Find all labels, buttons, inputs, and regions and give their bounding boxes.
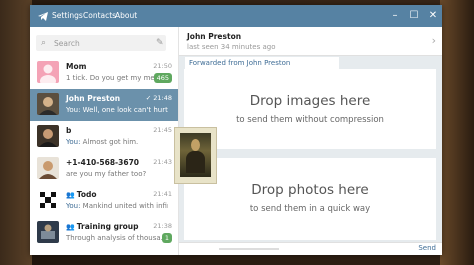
drop-images-title: Drop images here (249, 93, 371, 109)
minimize-icon[interactable]: – (388, 9, 402, 23)
drop-zone-images[interactable]: Drop images here to send them without co… (184, 69, 436, 149)
chat-name: 👥 Training group (66, 222, 139, 231)
menu-contacts[interactable]: Contacts (83, 11, 116, 20)
avatar (37, 125, 59, 147)
message-footer: Send (179, 242, 442, 255)
avatar (37, 189, 59, 211)
mona-lisa-image (180, 133, 211, 177)
drop-photos-title: Drop photos here (251, 182, 369, 198)
chat-item-training-group[interactable]: 👥 Training group Through analysis of thou… (30, 217, 178, 249)
menu-about[interactable]: About (115, 11, 137, 20)
message-input[interactable] (219, 248, 279, 250)
send-button[interactable]: Send (418, 244, 436, 252)
read-check-icon: ✓ (145, 94, 152, 102)
search-icon: ⌕ (41, 38, 47, 48)
group-icon: 👥 (66, 223, 75, 231)
chevron-right-icon[interactable]: › (432, 34, 436, 47)
chat-preview: Through analysis of thousa... (66, 234, 168, 242)
telegram-window: Settings Contacts About – ☐ ✕ ⌕ Search ✎… (30, 5, 442, 255)
chat-list-sidebar: ⌕ Search ✎ Mom 1 tick. Do you get my me.… (30, 27, 179, 255)
avatar (37, 93, 59, 115)
chat-name: Mom (66, 62, 87, 71)
conversation-header[interactable]: John Preston last seen 34 minutes ago › (179, 27, 442, 56)
chat-item-mom[interactable]: Mom 1 tick. Do you get my me... 21:50 46… (30, 57, 178, 89)
chat-preview: You: Almost got him. (66, 138, 139, 146)
dragged-image-thumbnail[interactable] (174, 127, 217, 184)
conversation-title: John Preston (187, 32, 242, 41)
drop-photos-subtitle: to send them in a quick way (249, 204, 371, 214)
drop-images-subtitle: to send them without compression (236, 115, 384, 125)
avatar (37, 221, 59, 243)
chat-item-todo[interactable]: 👥Todo You: Mankind united with infini...… (30, 185, 178, 217)
group-icon: 👥 (66, 191, 75, 199)
unread-badge: 465 (153, 73, 172, 83)
chat-name: 👥 Todo (66, 190, 97, 199)
chat-time: 21:41 (153, 190, 172, 198)
telegram-logo-icon (38, 12, 48, 21)
forwarded-label: Forwarded from John Preston (185, 57, 339, 69)
desktop-right-edge (440, 0, 474, 265)
desktop-left-edge (0, 0, 32, 265)
chat-preview: You: Mankind united with infini... (66, 202, 168, 210)
chat-time: 21:43 (153, 158, 172, 166)
chat-time: ✓ 21:48 (145, 94, 172, 102)
conversation-status: last seen 34 minutes ago (187, 43, 276, 51)
chat-time: 21:50 (153, 62, 172, 70)
chat-preview: are you my father too? (66, 170, 147, 178)
search-placeholder: Search (54, 39, 80, 48)
search-field[interactable]: ⌕ Search (36, 35, 166, 51)
chat-item-b[interactable]: b You: Almost got him. 21:45 (30, 121, 178, 153)
menu-settings[interactable]: Settings (52, 11, 83, 20)
avatar (37, 157, 59, 179)
chat-item-john-preston[interactable]: John Preston You: Well, one look can't h… (30, 89, 178, 121)
chat-name: b (66, 126, 72, 135)
close-icon[interactable]: ✕ (426, 9, 440, 23)
chat-name: +1-410-568-3670 (66, 158, 140, 167)
drop-zone-photos[interactable]: Drop photos here to send them in a quick… (184, 158, 436, 240)
avatar (37, 61, 59, 83)
chat-preview: 1 tick. Do you get my me... (66, 74, 162, 82)
chat-time: 21:45 (153, 126, 172, 134)
conversation-pane: John Preston last seen 34 minutes ago › … (179, 27, 442, 255)
maximize-icon[interactable]: ☐ (407, 9, 421, 23)
chat-preview: You: Well, one look can't hurt. c... (66, 106, 168, 114)
compose-icon[interactable]: ✎ (156, 38, 164, 48)
chat-item-phone-contact[interactable]: +1-410-568-3670 are you my father too? 2… (30, 153, 178, 185)
unread-badge: 1 (161, 233, 172, 243)
title-bar: Settings Contacts About – ☐ ✕ (30, 5, 442, 27)
chat-time: 21:38 (153, 222, 172, 230)
chat-name: John Preston (66, 94, 121, 103)
